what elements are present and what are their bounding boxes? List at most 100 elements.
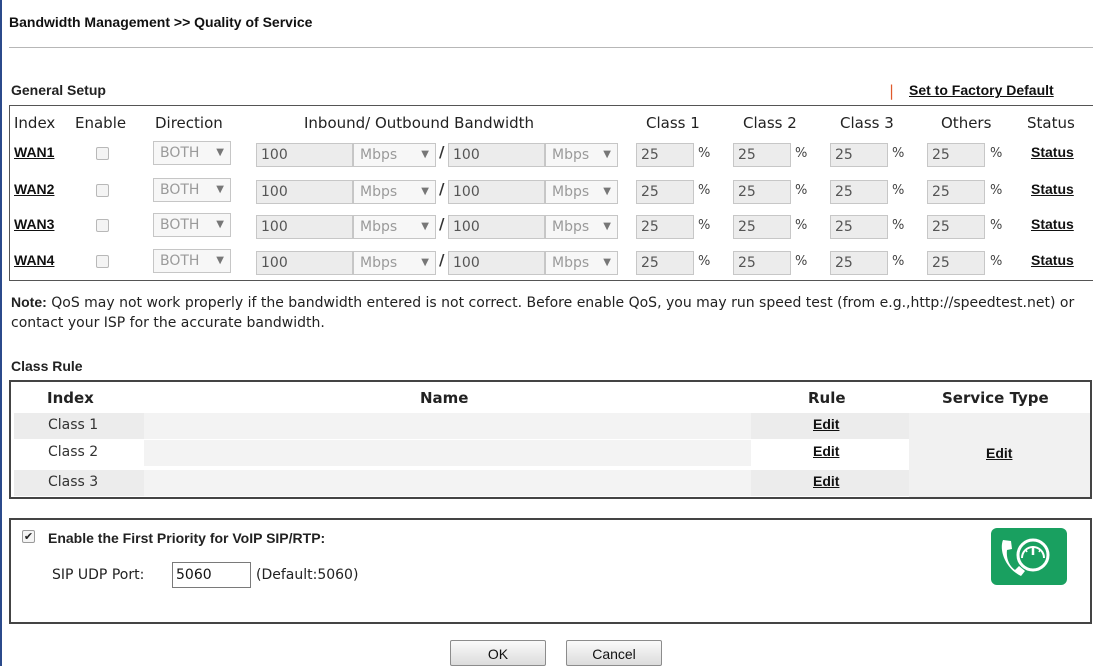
- percent-sign: %: [990, 183, 1003, 198]
- outbound-bandwidth-input[interactable]: 100: [448, 251, 545, 275]
- wan-status-link[interactable]: Status: [1031, 252, 1074, 268]
- outbound-unit-select[interactable]: Mbps ▼: [545, 251, 618, 275]
- general-setup-title: General Setup: [11, 82, 106, 98]
- outbound-bandwidth-input[interactable]: 100: [448, 215, 545, 239]
- title-divider: [9, 47, 1093, 48]
- inbound-unit-value: Mbps: [360, 147, 398, 163]
- class3-percent-input[interactable]: 25: [830, 215, 888, 239]
- wan-row: WAN3 BOTH ▼ 100 Mbps ▼/100 Mbps ▼ 25% 25% 25% 25% St…: [0, 213, 1093, 241]
- percent-sign: %: [990, 218, 1003, 233]
- wan-enable-checkbox[interactable]: [96, 219, 109, 232]
- voip-priority-checkbox[interactable]: ✔: [22, 530, 35, 543]
- class2-percent-input[interactable]: 25: [733, 251, 791, 275]
- inbound-bandwidth-input[interactable]: 100: [256, 143, 353, 167]
- header-status: Status: [1027, 114, 1075, 132]
- header-index: Index: [14, 114, 56, 132]
- sip-udp-port-input[interactable]: 5060: [172, 562, 251, 588]
- wan-enable-checkbox[interactable]: [96, 184, 109, 197]
- direction-select[interactable]: BOTH ▼: [153, 141, 231, 165]
- others-percent-input[interactable]: 25: [927, 180, 985, 204]
- inbound-bandwidth-input[interactable]: 100: [256, 215, 353, 239]
- class-rule-index: Class 1: [48, 417, 99, 433]
- wan-row: WAN1 BOTH ▼ 100 Mbps ▼/100 Mbps ▼ 25% 25% 25% 25% St…: [0, 141, 1093, 169]
- percent-sign: %: [795, 183, 808, 198]
- chevron-down-icon: ▼: [216, 147, 224, 158]
- outbound-unit-value: Mbps: [552, 219, 590, 235]
- wan-enable-checkbox[interactable]: [96, 147, 109, 160]
- sip-udp-port-default: (Default:5060): [256, 567, 359, 583]
- class1-percent-input[interactable]: 25: [636, 143, 694, 167]
- header-class3: Class 3: [840, 114, 894, 132]
- page-title: Bandwidth Management >> Quality of Servi…: [9, 14, 313, 30]
- direction-select[interactable]: BOTH ▼: [153, 213, 231, 237]
- outbound-unit-select[interactable]: Mbps ▼: [545, 215, 618, 239]
- outbound-unit-select[interactable]: Mbps ▼: [545, 180, 618, 204]
- wan-index-link[interactable]: WAN4: [14, 252, 54, 268]
- chevron-down-icon: ▼: [603, 149, 611, 160]
- class-rule-header-name: Name: [420, 389, 469, 407]
- class3-percent-input[interactable]: 25: [830, 180, 888, 204]
- inbound-unit-select[interactable]: Mbps ▼: [353, 215, 436, 239]
- wan-status-link[interactable]: Status: [1031, 181, 1074, 197]
- class-rule-edit-link[interactable]: Edit: [813, 473, 839, 489]
- voip-speedometer-phone-icon: [991, 528, 1067, 585]
- header-class1: Class 1: [646, 114, 700, 132]
- class1-percent-input[interactable]: 25: [636, 215, 694, 239]
- inbound-unit-select[interactable]: Mbps ▼: [353, 180, 436, 204]
- wan-index-link[interactable]: WAN1: [14, 144, 54, 160]
- class3-percent-input[interactable]: 25: [830, 251, 888, 275]
- cancel-button[interactable]: Cancel: [566, 640, 662, 666]
- class-rule-name: [144, 470, 751, 496]
- inbound-unit-value: Mbps: [360, 255, 398, 271]
- percent-sign: %: [795, 254, 808, 269]
- percent-sign: %: [795, 218, 808, 233]
- percent-sign: %: [990, 254, 1003, 269]
- wan-status-link[interactable]: Status: [1031, 216, 1074, 232]
- class3-percent-input[interactable]: 25: [830, 143, 888, 167]
- wan-index-link[interactable]: WAN2: [14, 181, 54, 197]
- class1-percent-input[interactable]: 25: [636, 180, 694, 204]
- class-rule-edit-link[interactable]: Edit: [813, 443, 839, 459]
- class2-percent-input[interactable]: 25: [733, 215, 791, 239]
- wan-row: WAN4 BOTH ▼ 100 Mbps ▼/100 Mbps ▼ 25% 25% 25% 25% St…: [0, 249, 1093, 277]
- class-rule-header-service-type: Service Type: [942, 389, 1049, 407]
- percent-sign: %: [990, 146, 1003, 161]
- others-percent-input[interactable]: 25: [927, 143, 985, 167]
- header-enable: Enable: [75, 114, 127, 132]
- inbound-bandwidth-input[interactable]: 100: [256, 251, 353, 275]
- wan-enable-checkbox[interactable]: [96, 255, 109, 268]
- direction-select[interactable]: BOTH ▼: [153, 249, 231, 273]
- chevron-down-icon: ▼: [421, 257, 429, 268]
- outbound-bandwidth-input[interactable]: 100: [448, 143, 545, 167]
- class-rule-index: Class 2: [48, 444, 99, 460]
- bandwidth-separator: /: [439, 215, 445, 233]
- bandwidth-separator: /: [439, 143, 445, 161]
- outbound-unit-select[interactable]: Mbps ▼: [545, 143, 618, 167]
- chevron-down-icon: ▼: [603, 186, 611, 197]
- wan-index-link[interactable]: WAN3: [14, 216, 54, 232]
- class2-percent-input[interactable]: 25: [733, 180, 791, 204]
- service-type-edit-link[interactable]: Edit: [986, 445, 1012, 461]
- direction-value: BOTH: [160, 253, 200, 269]
- outbound-bandwidth-input[interactable]: 100: [448, 180, 545, 204]
- inbound-unit-select[interactable]: Mbps ▼: [353, 143, 436, 167]
- class1-percent-input[interactable]: 25: [636, 251, 694, 275]
- header-bandwidth: Inbound/ Outbound Bandwidth: [304, 114, 535, 132]
- inbound-bandwidth-input[interactable]: 100: [256, 180, 353, 204]
- percent-sign: %: [698, 183, 711, 198]
- percent-sign: %: [698, 254, 711, 269]
- others-percent-input[interactable]: 25: [927, 251, 985, 275]
- class-rule-edit-link[interactable]: Edit: [813, 416, 839, 432]
- set-to-factory-default-link[interactable]: Set to Factory Default: [909, 82, 1054, 98]
- wan-status-link[interactable]: Status: [1031, 144, 1074, 160]
- header-others: Others: [941, 114, 992, 132]
- others-percent-input[interactable]: 25: [927, 215, 985, 239]
- ok-button[interactable]: OK: [450, 640, 546, 666]
- factory-separator: |: [889, 82, 895, 100]
- inbound-unit-select[interactable]: Mbps ▼: [353, 251, 436, 275]
- sip-udp-port-label: SIP UDP Port:: [52, 567, 145, 583]
- direction-select[interactable]: BOTH ▼: [153, 178, 231, 202]
- class2-percent-input[interactable]: 25: [733, 143, 791, 167]
- percent-sign: %: [892, 146, 905, 161]
- class-rule-header-index: Index: [47, 389, 94, 407]
